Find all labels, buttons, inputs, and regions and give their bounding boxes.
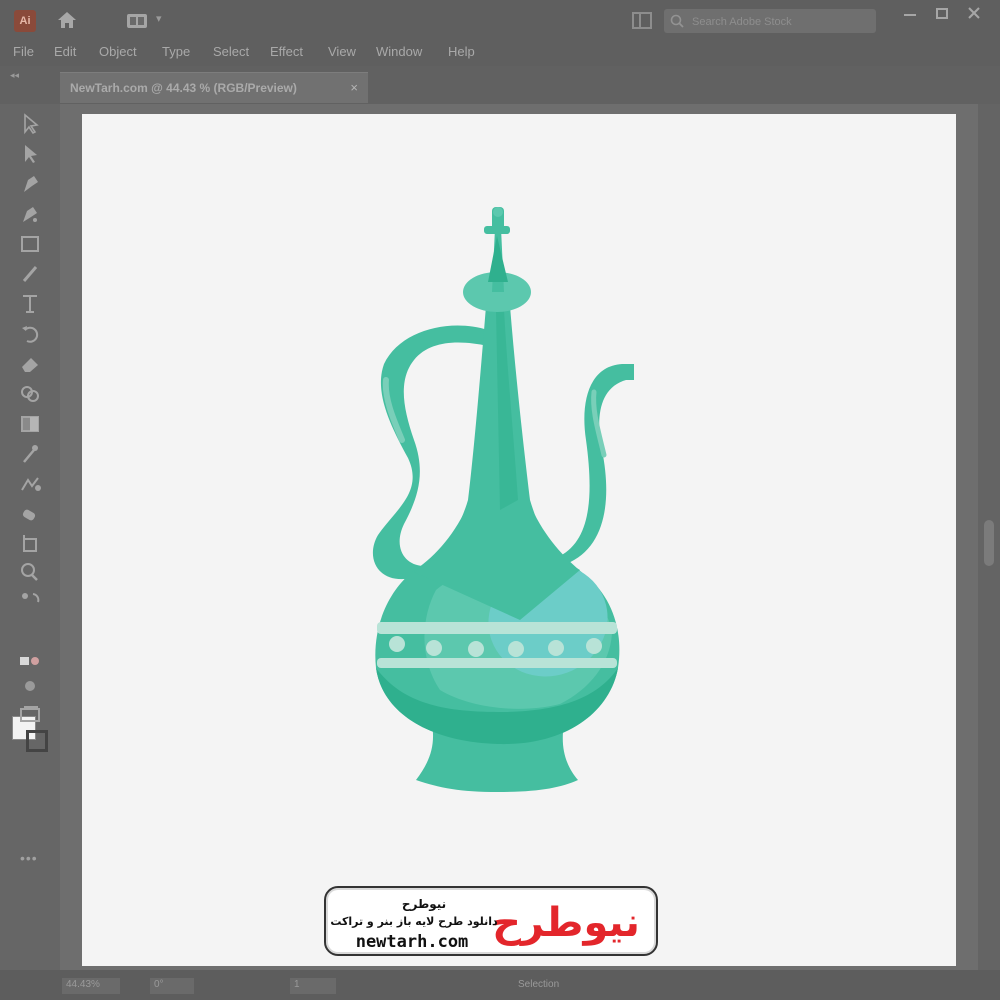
tools-panel: ••• [0, 104, 60, 970]
search-input[interactable] [690, 12, 874, 32]
document-tab[interactable]: NewTarh.com @ 44.43 % (RGB/Preview) × [60, 72, 368, 103]
ewer-illustration[interactable] [360, 204, 640, 800]
close-tab-icon[interactable]: × [350, 80, 358, 95]
menu-window[interactable]: Window [376, 44, 422, 59]
artboard-tool-icon[interactable] [16, 532, 44, 556]
restore-icon[interactable] [930, 6, 954, 22]
watermark-tagline: دانلود طرح لایه باز بنر و تراکت [330, 915, 498, 928]
swap-colors-icon[interactable] [16, 588, 44, 612]
workspace-icon[interactable] [126, 12, 148, 30]
direct-selection-tool-icon[interactable] [16, 142, 44, 166]
search-icon [670, 14, 684, 28]
minimize-icon[interactable] [898, 6, 922, 22]
rectangle-tool-icon[interactable] [16, 232, 44, 256]
color-mode-icon[interactable] [16, 650, 44, 674]
shape-builder-tool-icon[interactable] [16, 382, 44, 406]
ewer-band [377, 622, 617, 634]
watermark-title: نیوطرح [402, 897, 446, 912]
eraser-tool-icon[interactable] [16, 352, 44, 376]
gradient-tool-icon[interactable] [16, 412, 44, 436]
menu-bar: File Edit Object Type Select Effect View… [0, 40, 1000, 66]
stroke-color-swatch[interactable] [26, 730, 48, 752]
menu-edit[interactable]: Edit [54, 44, 76, 59]
screen-mode-icon[interactable] [16, 702, 44, 726]
arrange-documents-icon[interactable] [632, 11, 652, 31]
drawing-mode-icon[interactable] [16, 674, 44, 698]
app-logo: Ai [14, 10, 36, 32]
title-bar: Ai ▾ [0, 0, 1000, 40]
rotation-field[interactable]: 0° [150, 978, 194, 994]
menu-file[interactable]: File [13, 44, 34, 59]
symbol-sprayer-tool-icon[interactable] [16, 502, 44, 526]
status-bar: 44.43% 0° 1 Selection [0, 970, 1000, 1000]
ewer-spout [560, 364, 634, 564]
home-icon[interactable] [56, 9, 78, 31]
selection-tool-icon[interactable] [16, 112, 44, 136]
menu-help[interactable]: Help [448, 44, 475, 59]
watermark-logo: نیوطرح [492, 900, 640, 946]
current-tool-label: Selection [518, 979, 560, 990]
menu-type[interactable]: Type [162, 44, 190, 59]
artboard-number-field[interactable]: 1 [290, 978, 336, 994]
zoom-level-field[interactable]: 44.43% [62, 978, 120, 994]
menu-object[interactable]: Object [99, 44, 137, 59]
collapse-panel-icon[interactable]: ◂◂ [10, 70, 19, 81]
menu-effect[interactable]: Effect [270, 44, 303, 59]
menu-select[interactable]: Select [213, 44, 249, 59]
paintbrush-tool-icon[interactable] [16, 262, 44, 286]
zoom-tool-icon[interactable] [16, 560, 44, 584]
eyedropper-tool-icon[interactable] [16, 442, 44, 466]
search-box[interactable] [664, 9, 876, 33]
watermark-badge: نیوطرح نیوطرح دانلود طرح لایه باز بنر و … [324, 886, 658, 956]
curvature-tool-icon[interactable] [16, 202, 44, 226]
more-tools-icon[interactable]: ••• [20, 850, 38, 866]
pen-tool-icon[interactable] [16, 172, 44, 196]
rotate-tool-icon[interactable] [16, 322, 44, 346]
vertical-scroll-thumb[interactable] [984, 520, 994, 566]
menu-view[interactable]: View [328, 44, 356, 59]
blend-tool-icon[interactable] [16, 472, 44, 496]
watermark-url: newtarh.com [356, 932, 469, 952]
type-tool-icon[interactable] [16, 292, 44, 316]
document-tab-title: NewTarh.com @ 44.43 % (RGB/Preview) [70, 81, 297, 95]
close-icon[interactable] [962, 6, 986, 22]
chevron-down-icon[interactable]: ▾ [156, 12, 162, 25]
